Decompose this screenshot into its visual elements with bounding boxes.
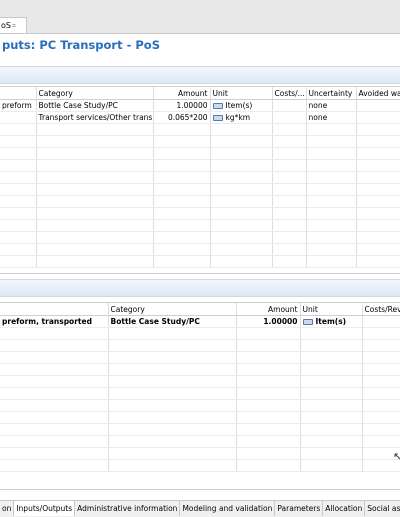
cell-flow[interactable]: preform (0, 99, 37, 112)
editor-tab-bar (0, 0, 400, 34)
empty-row (0, 447, 400, 460)
tab-administrative[interactable]: Administrative information (75, 501, 181, 516)
cell-avoided[interactable] (356, 111, 400, 124)
inputs-section-header[interactable] (0, 66, 400, 84)
inputs-header-row: Category Amount Unit Costs/... Uncertain… (0, 87, 400, 100)
empty-row (0, 231, 400, 244)
empty-row (0, 171, 400, 184)
empty-row (0, 351, 400, 364)
mouse-cursor-icon: ↖ (393, 450, 400, 463)
empty-row (0, 183, 400, 196)
cell-unit[interactable]: Item(s) (300, 315, 363, 328)
empty-row (0, 339, 400, 352)
cell-amount[interactable]: 1.00000 (153, 99, 211, 112)
cell-flow[interactable] (0, 111, 37, 124)
col-header-costs[interactable]: Costs/Rev (362, 303, 400, 316)
empty-row (0, 207, 400, 220)
cell-unit[interactable]: Item(s) (210, 99, 273, 112)
col-header-category[interactable]: Category (108, 303, 237, 316)
empty-row (0, 195, 400, 208)
table-row[interactable]: Transport services/Other trans... 0.065*… (0, 111, 400, 124)
outputs-header-row: Category Amount Unit Costs/Rev (0, 303, 400, 316)
col-header-flow[interactable] (0, 87, 37, 100)
cell-category[interactable]: Bottle Case Study/PC (108, 315, 237, 328)
cell-costs[interactable] (272, 111, 307, 124)
empty-row (0, 255, 400, 268)
table-row[interactable]: preform Bottle Case Study/PC 1.00000 Ite… (0, 99, 400, 112)
cell-unit-text: kg*km (225, 113, 251, 122)
empty-row (0, 327, 400, 340)
tab-social-aspects[interactable]: Social aspects (365, 501, 400, 516)
cell-avoided[interactable] (356, 99, 400, 112)
outputs-table-frame: Category Amount Unit Costs/Rev preform, … (0, 302, 400, 490)
empty-row (0, 159, 400, 172)
editor-page-tabs: on Inputs/Outputs Administrative informati… (0, 500, 400, 517)
col-header-flow[interactable] (0, 303, 109, 316)
empty-row (0, 375, 400, 388)
unit-icon (212, 115, 223, 121)
empty-row (0, 363, 400, 376)
tab-general[interactable]: on (0, 501, 15, 516)
empty-row (0, 387, 400, 400)
empty-row (0, 219, 400, 232)
empty-row (0, 147, 400, 160)
inputs-table: Category Amount Unit Costs/... Uncertain… (0, 87, 400, 268)
tab-allocation[interactable]: Allocation (323, 501, 366, 516)
tab-inputs-outputs[interactable]: Inputs/Outputs (14, 501, 76, 516)
cell-flow[interactable]: preform, transported (0, 315, 109, 328)
cell-unit[interactable]: kg*km (210, 111, 273, 124)
close-icon[interactable]: ⌗ (12, 22, 16, 30)
cell-amount[interactable]: 0.065*200 (153, 111, 211, 124)
table-row[interactable]: preform, transported Bottle Case Study/P… (0, 315, 400, 328)
col-header-costs[interactable]: Costs/... (272, 87, 307, 100)
outputs-table: Category Amount Unit Costs/Rev preform, … (0, 303, 400, 472)
cell-unit-text: Item(s) (315, 317, 347, 326)
empty-row (0, 123, 400, 136)
tab-modeling[interactable]: Modeling and validation (180, 501, 276, 516)
empty-row (0, 243, 400, 256)
editor-tab[interactable]: oS⌗ (0, 17, 27, 34)
empty-row (0, 399, 400, 412)
cell-category[interactable]: Bottle Case Study/PC (36, 99, 154, 112)
col-header-category[interactable]: Category (36, 87, 154, 100)
cell-uncertainty[interactable]: none (306, 99, 357, 112)
tab-parameters[interactable]: Parameters (275, 501, 324, 516)
empty-row (0, 423, 400, 436)
col-header-unit[interactable]: Unit (210, 87, 273, 100)
empty-row (0, 435, 400, 448)
outputs-section-header[interactable] (0, 279, 400, 297)
empty-row (0, 135, 400, 148)
empty-row (0, 459, 400, 472)
cell-amount[interactable]: 1.00000 (236, 315, 301, 328)
cell-category[interactable]: Transport services/Other trans... (36, 111, 154, 124)
col-header-amount[interactable]: Amount (153, 87, 211, 100)
cell-costs[interactable] (362, 315, 400, 328)
unit-icon (212, 103, 223, 109)
editor-tab-label: oS (1, 21, 11, 30)
cell-costs[interactable] (272, 99, 307, 112)
col-header-amount[interactable]: Amount (236, 303, 301, 316)
col-header-unit[interactable]: Unit (300, 303, 363, 316)
cell-uncertainty[interactable]: none (306, 111, 357, 124)
page-title: puts: PC Transport - PoS (2, 38, 160, 52)
unit-icon (302, 319, 313, 325)
col-header-avoided[interactable]: Avoided wa (356, 87, 400, 100)
col-header-uncertainty[interactable]: Uncertainty (306, 87, 357, 100)
empty-row (0, 411, 400, 424)
inputs-table-frame: Category Amount Unit Costs/... Uncertain… (0, 86, 400, 274)
cell-unit-text: Item(s) (225, 101, 253, 110)
